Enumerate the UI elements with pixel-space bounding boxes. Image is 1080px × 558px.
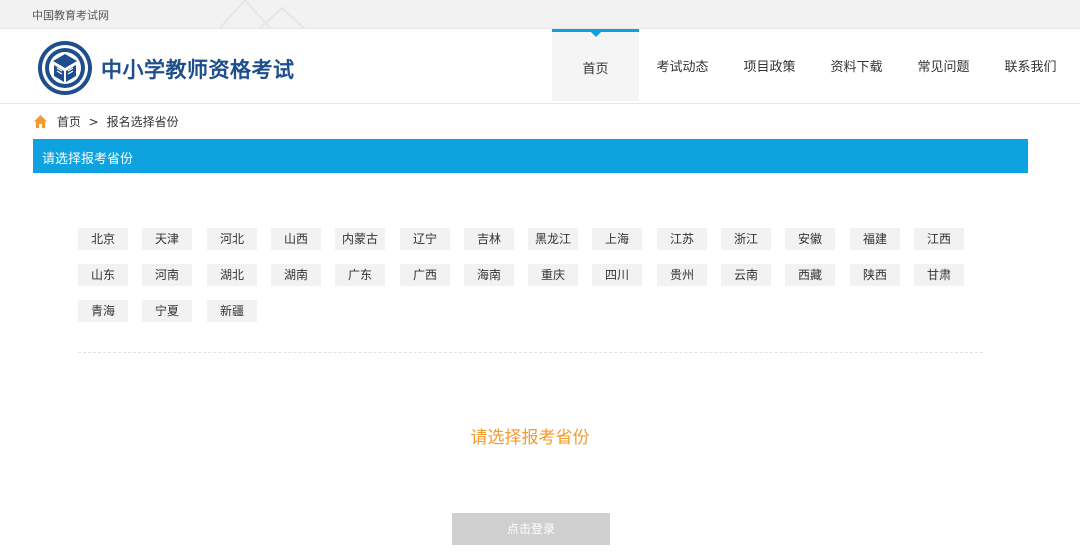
top-bar: 中国教育考试网 bbox=[0, 0, 1080, 29]
province-button[interactable]: 湖北 bbox=[207, 264, 257, 286]
breadcrumb-current: 报名选择省份 bbox=[106, 115, 179, 129]
province-button[interactable]: 贵州 bbox=[657, 264, 707, 286]
main-nav: 首页 考试动态 项目政策 资料下载 常见问题 联系我们 bbox=[0, 29, 1080, 103]
home-icon[interactable] bbox=[33, 114, 48, 129]
decorative-background-icon bbox=[220, 0, 305, 28]
nav-faq[interactable]: 常见问题 bbox=[906, 29, 981, 101]
nav-project-policy[interactable]: 项目政策 bbox=[732, 29, 807, 101]
nav-exam-news[interactable]: 考试动态 bbox=[645, 29, 720, 101]
nav-contact[interactable]: 联系我们 bbox=[993, 29, 1068, 101]
breadcrumb: 首页 > 报名选择省份 bbox=[33, 114, 179, 130]
province-button[interactable]: 甘肃 bbox=[914, 264, 964, 286]
province-button[interactable]: 黑龙江 bbox=[528, 228, 578, 250]
province-button[interactable]: 山东 bbox=[78, 264, 128, 286]
province-button[interactable]: 河南 bbox=[142, 264, 192, 286]
province-button[interactable]: 湖南 bbox=[271, 264, 321, 286]
province-button[interactable]: 江苏 bbox=[657, 228, 707, 250]
province-button[interactable]: 云南 bbox=[721, 264, 771, 286]
province-button[interactable]: 江西 bbox=[914, 228, 964, 250]
neea-site-link[interactable]: 中国教育考试网 bbox=[32, 7, 109, 23]
section-title: 请选择报考省份 bbox=[42, 152, 134, 167]
province-button[interactable]: 海南 bbox=[464, 264, 514, 286]
province-button[interactable]: 广西 bbox=[400, 264, 450, 286]
province-button[interactable]: 广东 bbox=[335, 264, 385, 286]
nav-home[interactable]: 首页 bbox=[552, 29, 639, 101]
province-button[interactable]: 辽宁 bbox=[400, 228, 450, 250]
section-header-bar: 请选择报考省份 bbox=[33, 139, 1028, 173]
province-button[interactable]: 河北 bbox=[207, 228, 257, 250]
breadcrumb-home[interactable]: 首页 bbox=[57, 115, 81, 129]
province-button[interactable]: 浙江 bbox=[721, 228, 771, 250]
province-button[interactable]: 北京 bbox=[78, 228, 128, 250]
province-button[interactable]: 吉林 bbox=[464, 228, 514, 250]
province-button[interactable]: 西藏 bbox=[785, 264, 835, 286]
province-button[interactable]: 山西 bbox=[271, 228, 321, 250]
nav-downloads[interactable]: 资料下载 bbox=[819, 29, 894, 101]
province-button[interactable]: 安徽 bbox=[785, 228, 835, 250]
province-button[interactable]: 福建 bbox=[850, 228, 900, 250]
login-button[interactable]: 点击登录 bbox=[452, 513, 610, 545]
breadcrumb-separator: > bbox=[88, 115, 99, 129]
province-button[interactable]: 新疆 bbox=[207, 300, 257, 322]
province-button[interactable]: 上海 bbox=[592, 228, 642, 250]
province-button[interactable]: 内蒙古 bbox=[335, 228, 385, 250]
province-button[interactable]: 陕西 bbox=[850, 264, 900, 286]
divider bbox=[78, 352, 983, 353]
province-button[interactable]: 青海 bbox=[78, 300, 128, 322]
select-province-prompt: 请选择报考省份 bbox=[470, 428, 590, 448]
province-button[interactable]: 重庆 bbox=[528, 264, 578, 286]
province-button[interactable]: 四川 bbox=[592, 264, 642, 286]
site-header: 中小学教师资格考试 首页 考试动态 项目政策 资料下载 常见问题 联系我们 bbox=[0, 29, 1080, 104]
province-button[interactable]: 宁夏 bbox=[142, 300, 192, 322]
province-button[interactable]: 天津 bbox=[142, 228, 192, 250]
